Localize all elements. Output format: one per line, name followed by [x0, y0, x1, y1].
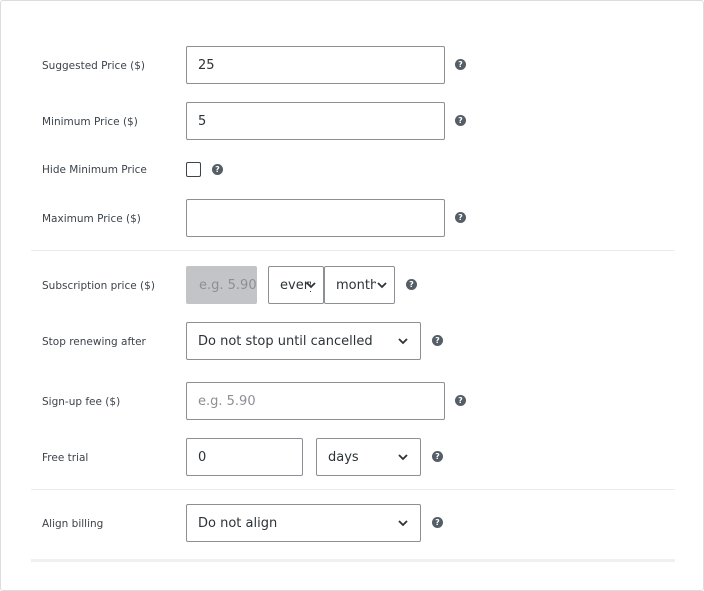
hide-minimum-price-help-icon[interactable]: ?: [212, 164, 223, 175]
suggested-price-input[interactable]: 25: [186, 46, 445, 84]
free-trial-period-value: days: [328, 449, 359, 465]
chevron-down-icon: [377, 282, 387, 289]
free-trial-help-icon[interactable]: ?: [432, 451, 443, 462]
maximum-price-label: Maximum Price ($): [42, 213, 141, 225]
billing-interval-select[interactable]: every: [268, 266, 324, 304]
billing-period-select[interactable]: month: [324, 266, 395, 304]
section-divider: [31, 250, 675, 251]
stop-renewing-value: Do not stop until cancelled: [198, 333, 373, 349]
section-divider: [31, 489, 675, 490]
product-pricing-panel: Suggested Price ($) 25 ? Minimum Price (…: [0, 0, 704, 591]
hide-minimum-price-label: Hide Minimum Price: [42, 164, 147, 176]
billing-period-value: month: [336, 277, 376, 293]
free-trial-period-select[interactable]: days: [316, 438, 421, 476]
align-billing-label: Align billing: [42, 518, 104, 530]
chevron-down-icon: [398, 338, 408, 345]
suggested-price-help-icon[interactable]: ?: [455, 59, 466, 70]
minimum-price-input[interactable]: 5: [186, 102, 445, 140]
chevron-down-icon: [398, 454, 408, 461]
subscription-price-label: Subscription price ($): [42, 280, 155, 292]
section-divider: [31, 559, 675, 562]
signup-fee-label: Sign-up fee ($): [42, 396, 121, 408]
suggested-price-label: Suggested Price ($): [42, 60, 145, 72]
signup-fee-help-icon[interactable]: ?: [455, 395, 466, 406]
minimum-price-label: Minimum Price ($): [42, 116, 138, 128]
stop-renewing-label: Stop renewing after: [42, 336, 146, 348]
maximum-price-input[interactable]: [186, 199, 445, 237]
subscription-price-help-icon[interactable]: ?: [406, 279, 417, 290]
align-billing-value: Do not align: [198, 515, 278, 531]
free-trial-length-input[interactable]: 0: [186, 438, 303, 476]
stop-renewing-select[interactable]: Do not stop until cancelled: [186, 322, 421, 360]
free-trial-label: Free trial: [42, 452, 89, 464]
minimum-price-help-icon[interactable]: ?: [455, 115, 466, 126]
align-billing-select[interactable]: Do not align: [186, 504, 421, 542]
signup-fee-input[interactable]: e.g. 5.90: [186, 382, 445, 420]
subscription-price-input[interactable]: e.g. 5.90: [186, 266, 257, 304]
align-billing-help-icon[interactable]: ?: [432, 517, 443, 528]
hide-minimum-price-checkbox[interactable]: [186, 162, 201, 177]
chevron-down-icon: [398, 520, 408, 527]
maximum-price-help-icon[interactable]: ?: [455, 212, 466, 223]
stop-renewing-help-icon[interactable]: ?: [432, 335, 443, 346]
chevron-down-icon: [306, 282, 316, 289]
